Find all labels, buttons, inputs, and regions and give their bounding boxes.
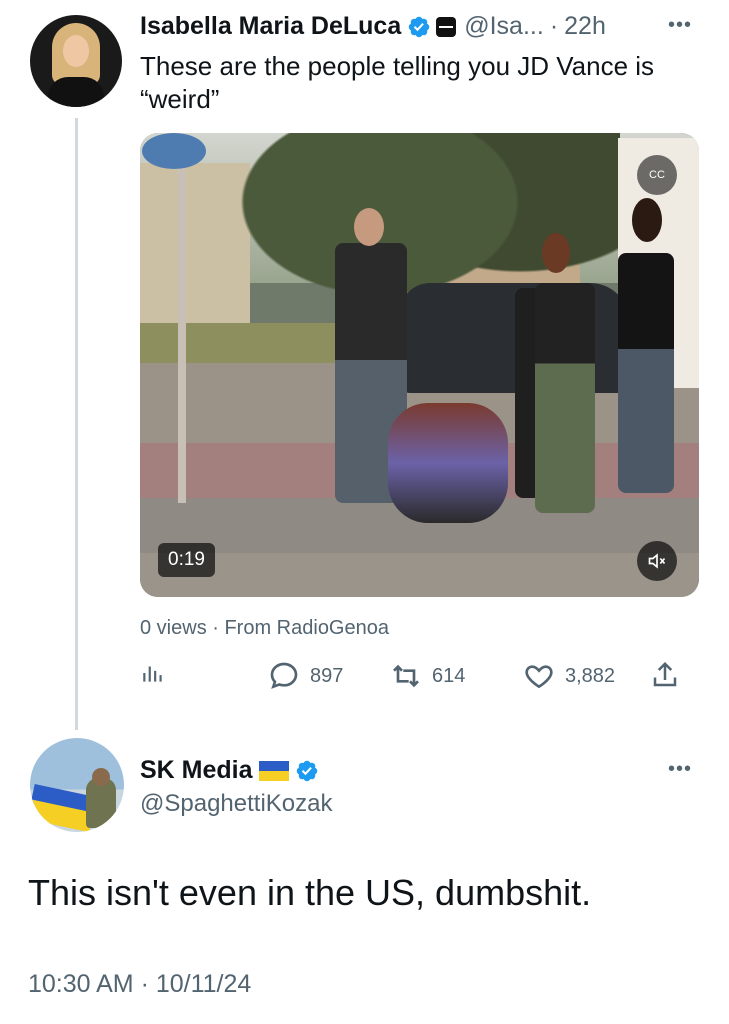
action-bar: 897 614 3,882 bbox=[140, 660, 685, 692]
retweet-count: 614 bbox=[432, 664, 466, 687]
like-icon bbox=[525, 665, 553, 689]
avatar[interactable] bbox=[30, 738, 124, 832]
organization-badge-icon bbox=[436, 16, 457, 37]
video-duration: 0:19 bbox=[158, 543, 215, 577]
thread-connector-line bbox=[75, 118, 78, 730]
reply-button[interactable]: 897 bbox=[268, 660, 343, 692]
handle[interactable]: @Isa... bbox=[464, 12, 544, 41]
verified-badge-icon bbox=[296, 760, 317, 781]
more-icon[interactable]: ••• bbox=[668, 14, 692, 37]
reply-count: 897 bbox=[310, 664, 344, 687]
tweet-header: Isabella Maria DeLuca @Isa... · 22h bbox=[140, 12, 606, 41]
time-ago[interactable]: 22h bbox=[564, 12, 606, 41]
captions-icon[interactable]: CC bbox=[637, 155, 677, 195]
display-name[interactable]: SK Media bbox=[140, 756, 253, 785]
analytics-icon bbox=[143, 666, 162, 682]
like-count: 3,882 bbox=[565, 664, 616, 687]
share-icon bbox=[653, 661, 677, 687]
separator: · bbox=[549, 12, 559, 40]
more-icon[interactable]: ••• bbox=[668, 758, 692, 781]
avatar[interactable] bbox=[30, 15, 122, 107]
mute-button[interactable] bbox=[637, 541, 677, 581]
share-button[interactable] bbox=[650, 660, 690, 690]
tweet-text: This isn't even in the US, dumbshit. bbox=[28, 872, 592, 913]
handle[interactable]: @SpaghettiKozak bbox=[140, 790, 332, 818]
ukraine-flag-icon bbox=[258, 760, 289, 781]
display-name[interactable]: Isabella Maria DeLuca bbox=[140, 12, 401, 41]
tweet-text: These are the people telling you JD Vanc… bbox=[140, 51, 655, 114]
retweet-button[interactable]: 614 bbox=[390, 660, 465, 692]
like-button[interactable]: 3,882 bbox=[523, 660, 615, 692]
views-source: 0 views · From RadioGenoa bbox=[140, 617, 389, 639]
timestamp[interactable]: 10:30 AM · 10/11/24 bbox=[28, 970, 251, 999]
verified-badge-icon bbox=[408, 16, 430, 37]
analytics-button[interactable] bbox=[140, 660, 176, 686]
retweet-icon bbox=[393, 664, 419, 688]
mute-icon bbox=[648, 553, 666, 569]
video-player[interactable]: CC 0:19 bbox=[140, 133, 699, 597]
reply-icon bbox=[270, 662, 298, 689]
tweet-header: SK Media bbox=[140, 756, 319, 785]
